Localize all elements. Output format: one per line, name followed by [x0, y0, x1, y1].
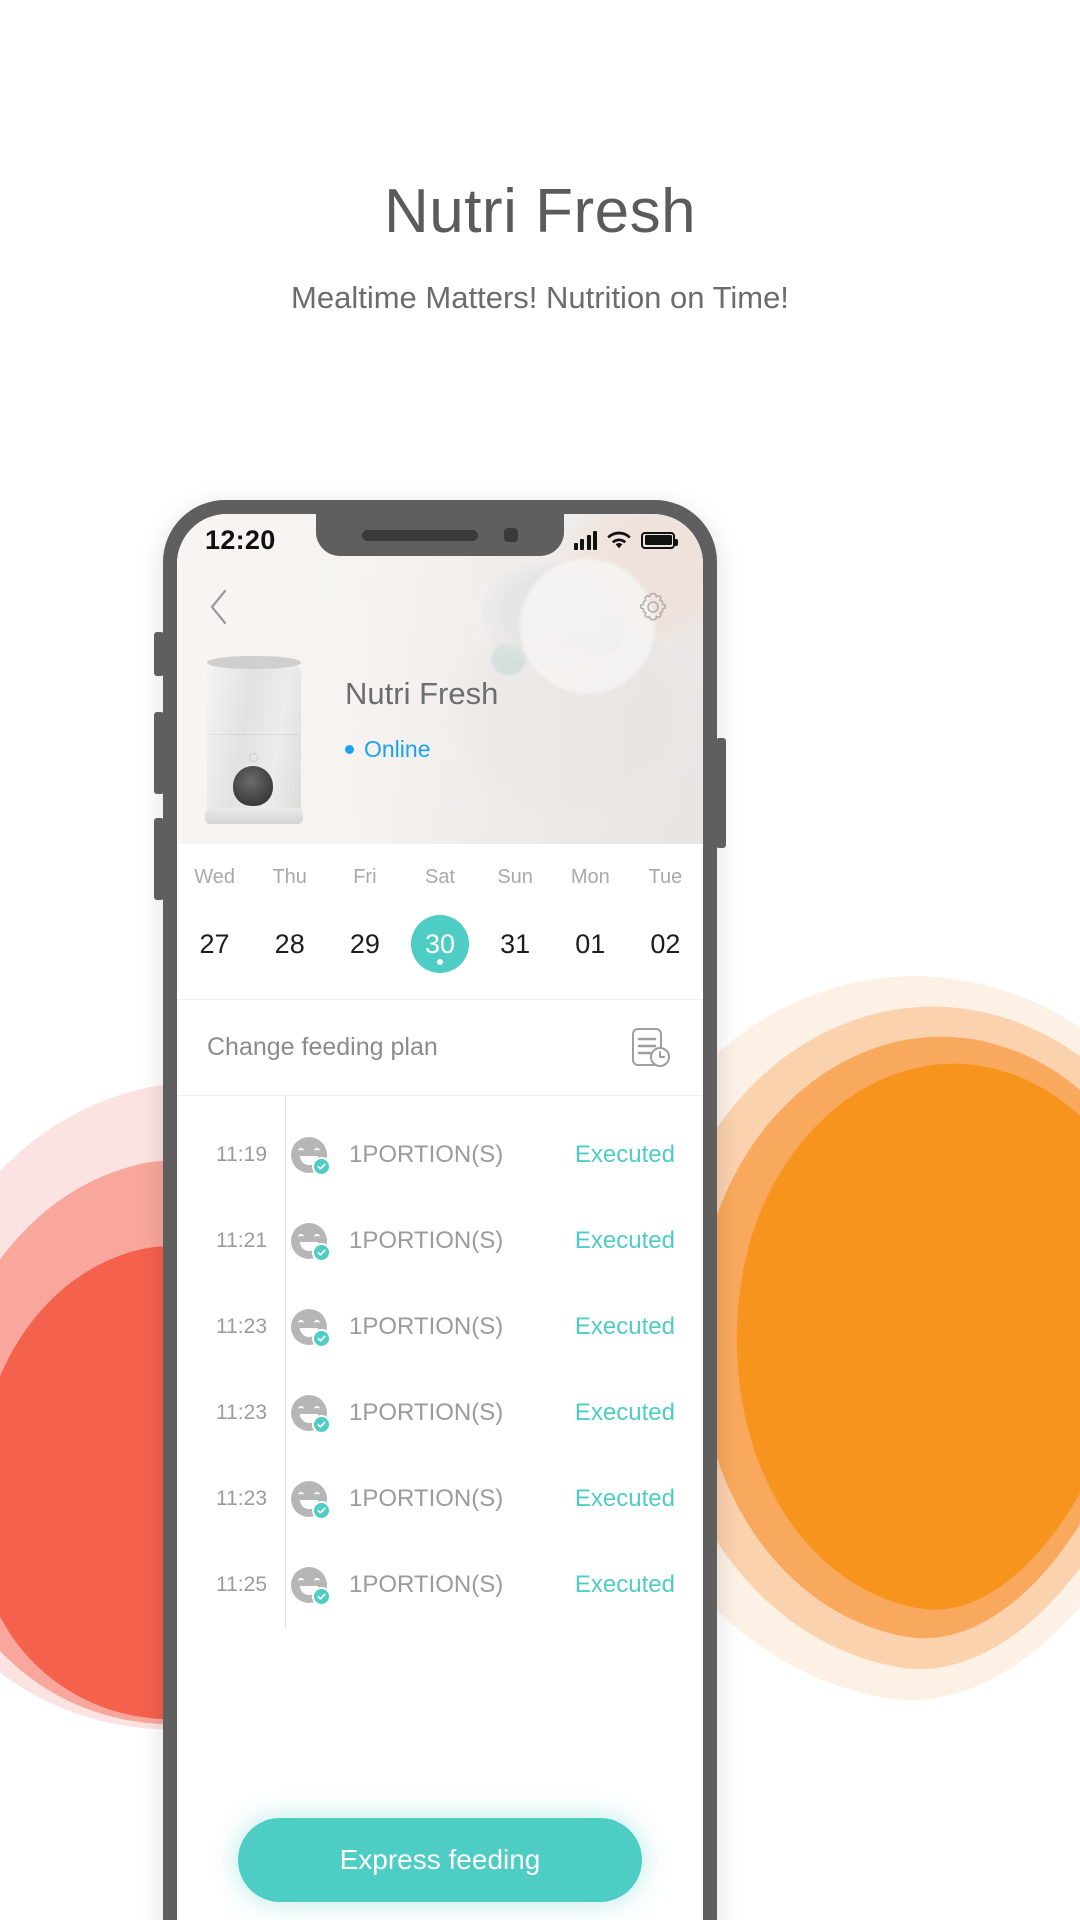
phone-notch — [316, 514, 564, 556]
back-chevron-icon[interactable] — [207, 588, 229, 626]
feeding-status: Executed — [574, 1141, 675, 1168]
feeding-time: 11:23 — [216, 1315, 267, 1338]
hero-toolbar — [177, 572, 703, 642]
check-badge-icon — [312, 1415, 331, 1434]
feeding-portion: 1PORTION(S) — [349, 1313, 504, 1340]
power-button[interactable] — [716, 738, 726, 848]
feeding-status: Executed — [574, 1485, 675, 1512]
check-badge-icon — [312, 1501, 331, 1520]
calendar-day-name: Thu — [272, 866, 307, 888]
battery-icon — [641, 531, 678, 549]
phone-mockup: 12:20 Nutri Fresh Online Wed 27 Thu 28 F… — [154, 500, 726, 1920]
pet-face-icon — [291, 1481, 331, 1520]
express-feeding-button[interactable]: Express feeding — [238, 1818, 642, 1902]
pet-face-icon — [291, 1309, 331, 1348]
status-label: Online — [364, 736, 431, 762]
feeding-portion: 1PORTION(S) — [349, 1141, 504, 1168]
calendar-day-number: 01 — [575, 928, 606, 959]
volume-down-button[interactable] — [154, 818, 164, 900]
calendar-day-name: Sun — [497, 866, 533, 888]
phone-screen: 12:20 Nutri Fresh Online Wed 27 Thu 28 F… — [177, 514, 703, 1920]
feeding-log-row[interactable]: 11:25 1PORTION(S) Executed — [177, 1542, 703, 1628]
feeding-portion: 1PORTION(S) — [349, 1571, 504, 1598]
pet-feeder-icon — [205, 656, 303, 824]
calendar-day-number: 27 — [199, 928, 230, 959]
feeding-status: Executed — [574, 1313, 675, 1340]
calendar-day-31[interactable]: Sun 31 — [478, 866, 553, 973]
feeding-portion: 1PORTION(S) — [349, 1485, 504, 1512]
feeding-time: 11:25 — [216, 1573, 267, 1596]
page-subtitle: Mealtime Matters! Nutrition on Time! — [291, 280, 789, 316]
gear-icon[interactable] — [633, 587, 673, 627]
calendar-day-01[interactable]: Mon 01 — [553, 866, 628, 973]
status-icons — [573, 530, 678, 550]
status-badge: Online — [345, 736, 498, 763]
online-dot-icon — [345, 745, 354, 754]
calendar-day-number: 02 — [650, 928, 681, 959]
device-info: Nutri Fresh Online — [345, 676, 498, 763]
week-calendar: Wed 27 Thu 28 Fri 29 Sat 30 Sun 31 Mon 01 Tue 02 — [177, 844, 703, 1000]
calendar-day-number: 31 — [500, 928, 531, 959]
pet-face-icon — [291, 1567, 331, 1606]
promo-header: Nutri Fresh Mealtime Matters! Nutrition … — [0, 177, 1080, 316]
calendar-day-name: Fri — [353, 866, 377, 888]
document-clock-icon[interactable] — [627, 1025, 673, 1071]
feeding-time: 11:19 — [216, 1143, 267, 1166]
calendar-day-number: 29 — [349, 928, 380, 959]
check-badge-icon — [312, 1157, 331, 1176]
wifi-icon — [607, 531, 631, 548]
week-calendar-row: Wed 27 Thu 28 Fri 29 Sat 30 Sun 31 Mon 01 Tue 02 — [177, 866, 703, 973]
feeding-status: Executed — [574, 1227, 675, 1254]
feeding-log: 11:19 1PORTION(S) Executed 11:21 1PORTION(S)… — [177, 1096, 703, 1628]
front-camera — [504, 528, 518, 542]
change-feeding-plan-label: Change feeding plan — [207, 1033, 438, 1061]
feeding-log-row[interactable]: 11:23 1PORTION(S) Executed — [177, 1284, 703, 1370]
device-summary: Nutri Fresh Online — [177, 640, 703, 844]
earpiece-speaker — [362, 529, 478, 541]
calendar-day-28[interactable]: Thu 28 — [252, 866, 327, 973]
volume-up-button[interactable] — [154, 712, 164, 794]
check-badge-icon — [312, 1329, 331, 1348]
feeding-status: Executed — [574, 1571, 675, 1598]
check-badge-icon — [312, 1243, 331, 1262]
calendar-day-number: 28 — [274, 928, 305, 959]
feeding-portion: 1PORTION(S) — [349, 1227, 504, 1254]
feeding-time: 11:23 — [216, 1487, 267, 1510]
calendar-day-name: Mon — [570, 866, 610, 888]
feeding-log-row[interactable]: 11:21 1PORTION(S) Executed — [177, 1198, 703, 1284]
feeding-log-row[interactable]: 11:23 1PORTION(S) Executed — [177, 1456, 703, 1542]
feeding-log-row[interactable]: 11:23 1PORTION(S) Executed — [177, 1370, 703, 1456]
check-badge-icon — [312, 1587, 331, 1606]
calendar-day-30[interactable]: Sat 30 — [402, 866, 477, 973]
signal-bars-icon — [573, 530, 597, 550]
feeding-time: 11:23 — [216, 1401, 267, 1424]
page-title: Nutri Fresh — [383, 177, 697, 246]
calendar-day-number: 30 — [410, 915, 469, 973]
mute-switch[interactable] — [154, 632, 164, 676]
feeding-status: Executed — [574, 1399, 675, 1426]
feeding-time: 11:21 — [216, 1229, 267, 1252]
pet-face-icon — [291, 1395, 331, 1434]
calendar-day-name: Tue — [648, 866, 683, 888]
change-feeding-plan-row[interactable]: Change feeding plan — [177, 1000, 703, 1096]
feeding-portion: 1PORTION(S) — [349, 1399, 504, 1426]
calendar-day-29[interactable]: Fri 29 — [327, 866, 402, 973]
calendar-day-27[interactable]: Wed 27 — [177, 866, 252, 973]
calendar-day-name: Wed — [194, 866, 235, 888]
device-name: Nutri Fresh — [345, 676, 499, 711]
pet-face-icon — [291, 1223, 331, 1262]
calendar-day-name: Sat — [424, 866, 455, 888]
status-time: 12:20 — [205, 524, 276, 555]
pet-face-icon — [291, 1137, 331, 1176]
calendar-day-02[interactable]: Tue 02 — [628, 866, 703, 973]
feeding-log-row[interactable]: 11:19 1PORTION(S) Executed — [177, 1112, 703, 1198]
